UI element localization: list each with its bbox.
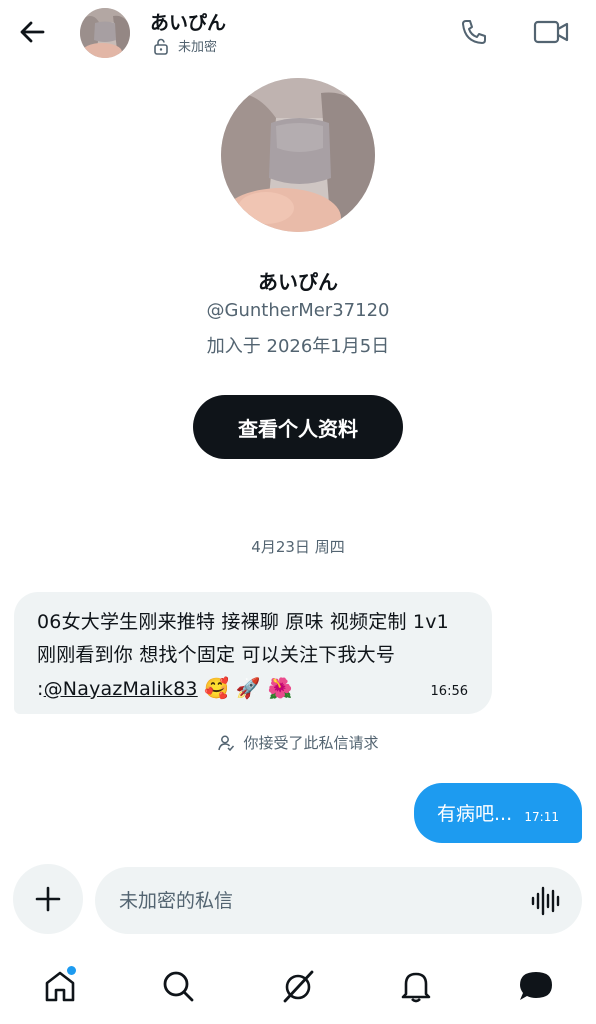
- video-icon: [533, 20, 569, 44]
- message-composer[interactable]: [95, 867, 582, 934]
- messages-icon: [520, 972, 552, 1000]
- mention-link[interactable]: @NayazMalik83: [44, 678, 198, 700]
- outgoing-message-time: 17:11: [524, 810, 559, 824]
- message-input[interactable]: [119, 885, 499, 917]
- add-attachment-button[interactable]: [13, 864, 83, 934]
- plus-icon: [35, 886, 61, 912]
- request-accepted-note: 你接受了此私信请求: [0, 732, 596, 753]
- nav-messages[interactable]: [514, 964, 558, 1008]
- profile-avatar[interactable]: [221, 78, 375, 232]
- back-button[interactable]: [14, 14, 50, 50]
- video-call-button[interactable]: [530, 14, 572, 50]
- header-name[interactable]: あいぴん: [150, 8, 226, 35]
- header-avatar[interactable]: [80, 8, 130, 58]
- message-emojis: 🥰 🚀 🌺: [197, 676, 293, 700]
- conversation-header: あいぴん 未加密: [0, 0, 596, 64]
- bell-icon: [401, 972, 431, 1003]
- profile-handle: @GuntherMer37120: [206, 300, 390, 321]
- voice-message-button[interactable]: [530, 884, 564, 918]
- nav-grok[interactable]: [276, 964, 320, 1008]
- profile-joined-date: 加入于 2026年1月5日: [206, 336, 390, 357]
- nav-search[interactable]: [156, 964, 200, 1008]
- phone-icon: [462, 20, 486, 44]
- incoming-message-text: 06女大学生刚来推特 接裸聊 原味 视频定制 1v1 刚刚看到你 想找个固定 可…: [37, 606, 470, 706]
- view-profile-button[interactable]: 查看个人资料: [193, 395, 403, 459]
- home-notification-dot: [67, 966, 76, 975]
- date-divider: 4月23日 周四: [251, 538, 345, 556]
- nav-home[interactable]: [38, 964, 82, 1008]
- incoming-message-bubble[interactable]: 06女大学生刚来推特 接裸聊 原味 视频定制 1v1 刚刚看到你 想找个固定 可…: [14, 592, 492, 714]
- grok-icon: [283, 970, 314, 1003]
- call-button[interactable]: [456, 14, 492, 50]
- search-icon: [163, 971, 194, 1002]
- person-icon: [218, 735, 235, 751]
- voice-waveform-icon: [531, 886, 560, 916]
- bottom-navigation: [0, 950, 596, 1024]
- unlock-icon: [154, 38, 168, 55]
- encryption-status-label: 未加密: [178, 40, 218, 55]
- back-arrow-icon: [20, 21, 45, 43]
- outgoing-message-text: 有病吧...: [437, 803, 513, 825]
- encryption-status[interactable]: 未加密: [152, 36, 217, 55]
- outgoing-message-bubble[interactable]: 有病吧... 17:11: [414, 783, 582, 843]
- request-accepted-label: 你接受了此私信请求: [243, 734, 379, 752]
- profile-name: あいぴん: [258, 270, 338, 294]
- nav-notifications[interactable]: [394, 964, 438, 1008]
- incoming-message-time: 16:56: [430, 684, 468, 699]
